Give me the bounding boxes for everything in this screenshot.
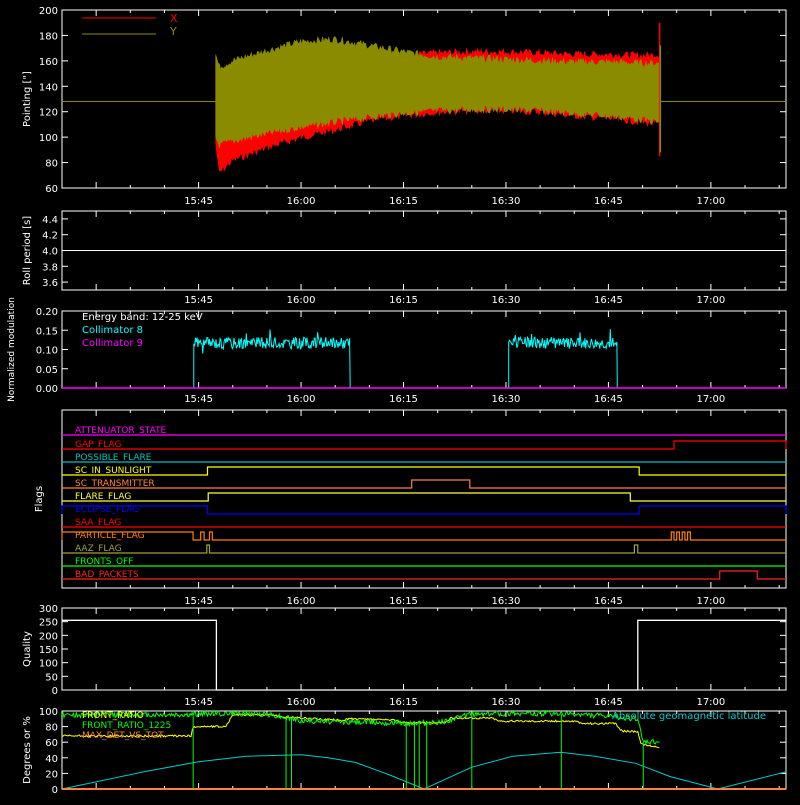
x-tick-label: 16:15 bbox=[389, 196, 418, 207]
ratios-ytick-label: 0 bbox=[52, 785, 58, 796]
ratios-ytick-label: 40 bbox=[45, 754, 58, 765]
x-tick-label: 17:00 bbox=[696, 697, 725, 708]
roll-ytick-label: 3.8 bbox=[42, 262, 58, 273]
flag-label-saa_flag: SAA_FLAG bbox=[75, 518, 121, 528]
x-tick-label: 16:00 bbox=[287, 295, 316, 306]
roll-ylabel: Roll period [s] bbox=[22, 216, 33, 285]
x-tick-label: 17:00 bbox=[696, 394, 725, 405]
quality-ytick-label: 200 bbox=[39, 631, 58, 642]
pointing-ytick-label: 140 bbox=[39, 82, 58, 93]
flag-label-flare_flag: FLARE_FLAG bbox=[75, 492, 131, 502]
x-tick-label: 17:00 bbox=[696, 596, 725, 607]
x-tick-label: 16:30 bbox=[492, 196, 521, 207]
pointing-ytick-label: 100 bbox=[39, 133, 58, 144]
flag-label-sc_transmitter: SC_TRANSMITTER bbox=[75, 479, 155, 489]
modulation-ytick-label: 0.05 bbox=[36, 365, 58, 376]
flag-label-sc_in_sunlight: SC_IN_SUNLIGHT bbox=[75, 466, 152, 476]
flag-label-attenuator_state: ATTENUATOR_STATE bbox=[75, 426, 167, 436]
x-tick-label: 16:30 bbox=[492, 697, 521, 708]
flag-label-particle_flag: PARTICLE_FLAG bbox=[75, 531, 145, 541]
x-tick-label: 16:30 bbox=[492, 295, 521, 306]
ratios-ytick-label: 60 bbox=[45, 738, 58, 749]
roll-ytick-label: 3.6 bbox=[42, 278, 58, 289]
x-tick-label: 16:45 bbox=[594, 196, 623, 207]
roll-ytick-label: 4.2 bbox=[42, 231, 58, 242]
x-tick-label: 16:45 bbox=[594, 394, 623, 405]
flag-label-eclipse_flag: ECLIPSE_FLAG bbox=[75, 505, 139, 515]
quality-ytick-label: 150 bbox=[39, 645, 58, 656]
flag-label-aaz_flag: AAZ_FLAG bbox=[75, 544, 122, 554]
latitude-annotation: Absolute geomagnetic latitude bbox=[612, 711, 766, 722]
modulation-annotation: Energy band: 12-25 keV bbox=[82, 312, 203, 323]
x-tick-label: 16:00 bbox=[287, 196, 316, 207]
quality-ylabel: Quality bbox=[22, 631, 33, 667]
quality-ytick-label: 250 bbox=[39, 618, 58, 629]
hessi-quicklook-figure: 60 80 100 120 140 160 180 200 Pointing ["] 15:45 1… bbox=[0, 0, 800, 800]
flags-ylabel: Flags bbox=[34, 486, 45, 512]
quality-ytick-label: 300 bbox=[39, 604, 58, 615]
legend-front-ratio-1225: FRONT_RATIO_1225 bbox=[82, 721, 171, 731]
x-tick-label: 15:45 bbox=[184, 394, 213, 405]
x-tick-label: 16:30 bbox=[492, 596, 521, 607]
x-tick-label: 16:15 bbox=[389, 697, 418, 708]
ratios-ylabel: Degrees or % bbox=[22, 716, 33, 784]
pointing-ytick-label: 80 bbox=[45, 159, 58, 170]
legend-label-y: Y bbox=[169, 25, 177, 38]
pointing-ytick-label: 60 bbox=[45, 184, 58, 195]
legend-front-ratio: FRONT_RATIO bbox=[82, 711, 144, 721]
ratios-ytick-label: 20 bbox=[45, 769, 58, 780]
x-tick-label: 16:00 bbox=[287, 697, 316, 708]
x-tick-label: 16:15 bbox=[389, 596, 418, 607]
pointing-ylabel: Pointing ["] bbox=[22, 71, 33, 127]
quality-ytick-label: 100 bbox=[39, 659, 58, 670]
x-tick-label: 16:00 bbox=[287, 394, 316, 405]
legend-collimator8: Collimator 8 bbox=[82, 325, 143, 336]
flag-label-gap_flag: GAP_FLAG bbox=[75, 440, 121, 450]
ratios-ytick-label: 100 bbox=[39, 707, 58, 718]
quality-ytick-label: 50 bbox=[45, 672, 58, 683]
x-tick-label: 17:00 bbox=[696, 196, 725, 207]
quality-ytick-label: 0 bbox=[52, 686, 58, 697]
legend-label-x: X bbox=[170, 12, 178, 25]
modulation-ytick-label: 0.00 bbox=[36, 384, 58, 395]
legend-collimator9: Collimator 9 bbox=[82, 338, 143, 349]
roll-ytick-label: 4.4 bbox=[42, 215, 58, 226]
roll-ytick-label: 4.0 bbox=[42, 247, 58, 258]
pointing-ytick-label: 200 bbox=[39, 6, 58, 17]
x-tick-label: 16:00 bbox=[287, 596, 316, 607]
pointing-ytick-label: 120 bbox=[39, 108, 58, 119]
flag-label-fronts_off: FRONTS_OFF bbox=[75, 557, 133, 567]
flag-label-possible_flare: POSSIBLE_FLARE bbox=[75, 453, 152, 463]
pointing-ytick-label: 160 bbox=[39, 57, 58, 68]
pointing-ytick-label: 180 bbox=[39, 31, 58, 42]
ratios-ytick-label: 80 bbox=[45, 723, 58, 734]
modulation-ytick-label: 0.10 bbox=[36, 346, 58, 357]
modulation-ytick-label: 0.15 bbox=[36, 326, 58, 337]
x-tick-label: 16:15 bbox=[389, 295, 418, 306]
x-tick-label: 15:45 bbox=[184, 697, 213, 708]
x-tick-label: 17:00 bbox=[696, 295, 725, 306]
modulation-ytick-label: 0.20 bbox=[36, 307, 58, 318]
x-tick-label: 15:45 bbox=[184, 596, 213, 607]
x-tick-label: 16:45 bbox=[594, 596, 623, 607]
modulation-ylabel: Normalized modulation bbox=[7, 297, 17, 402]
x-tick-label: 16:45 bbox=[594, 295, 623, 306]
x-tick-label: 16:45 bbox=[594, 697, 623, 708]
x-tick-label: 16:30 bbox=[492, 394, 521, 405]
x-tick-label: 16:15 bbox=[389, 394, 418, 405]
legend-max-det: MAX_DET_VS_TOT bbox=[82, 731, 164, 741]
x-tick-label: 15:45 bbox=[184, 295, 213, 306]
quicklook-svg: 6080100120140160180200Pointing ["]15:45 1… bbox=[0, 0, 800, 800]
flag-label-bad_packets: BAD_PACKETS bbox=[75, 570, 139, 580]
x-tick-label: 15:45 bbox=[184, 196, 213, 207]
